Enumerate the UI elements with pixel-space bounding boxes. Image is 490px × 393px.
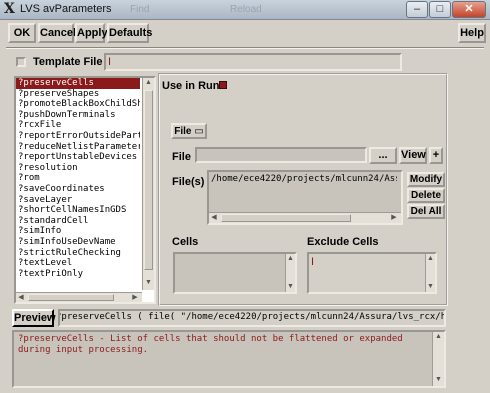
scroll-down-icon[interactable]: ▼ [286,282,295,292]
modify-button[interactable]: Modify [407,172,445,187]
files-label: File(s) [172,176,205,188]
parameter-list-item[interactable]: ?reduceNetlistParameters [16,142,140,153]
scroll-thumb[interactable] [144,90,153,270]
parameter-list-item[interactable]: ?standardCell [16,216,140,227]
scroll-left-icon[interactable]: ◀ [209,213,219,223]
preview-button[interactable]: Preview [12,309,56,327]
dropdown-bar-icon: ▭ [194,126,204,137]
scroll-thumb[interactable] [221,214,351,222]
parameter-list-hscroll[interactable]: ◀ ▶ [16,292,142,302]
parameter-list-item[interactable]: ?saveLayer [16,195,140,206]
cancel-button[interactable]: Cancel [38,23,76,43]
parameter-list-vscroll[interactable]: ▲ ▼ [142,78,154,290]
file-input[interactable] [195,147,367,163]
exclude-cells-vscroll[interactable]: ▲ ▼ [425,254,435,292]
cells-list[interactable]: ▲ ▼ [173,252,297,294]
ok-button[interactable]: OK [8,23,36,43]
parameter-list-item[interactable]: ?promoteBlackBoxChildShap [16,99,140,110]
parameter-list-item[interactable]: ?textLevel [16,258,140,269]
text-cursor: I [108,56,112,68]
use-in-run-label: Use in Run [162,80,220,92]
scroll-up-icon[interactable]: ▲ [433,332,444,342]
title-bar: X LVS avParameters Find Reload – □ ✕ [0,0,490,20]
parameter-list-item[interactable]: ?rcxFile [16,120,140,131]
parameter-list-item[interactable]: ?textPriOnly [16,269,140,280]
files-list-hscroll[interactable]: ◀ ▶ [209,212,401,223]
scroll-down-icon[interactable]: ▼ [143,278,154,288]
defaults-button[interactable]: Defaults [107,23,152,43]
parameter-list-item[interactable]: ?shortCellNamesInGDS [16,205,140,216]
background-window-title: Reload [230,4,262,15]
scroll-left-icon[interactable]: ◀ [16,293,26,303]
parameter-list-item[interactable]: ?reportErrorOutsidePartCe [16,131,140,142]
preview-output: ?preserveCells ( file( "/home/ece4220/pr… [58,309,446,327]
parameter-list-item[interactable]: ?simInfoUseDevName [16,237,140,248]
view-button[interactable]: View [399,147,427,164]
file-type-value: File [174,126,192,137]
template-file-checkbox[interactable] [16,57,26,67]
scroll-up-icon[interactable]: ▲ [143,78,154,88]
description-area: ?preserveCells - List of cells that shou… [12,330,446,388]
scroll-thumb[interactable] [28,294,114,301]
parameter-list-body: ?preserveCells ?preserveShapes ?promoteBla… [16,78,140,282]
scroll-down-icon[interactable]: ▼ [433,375,444,385]
use-in-run-checkbox[interactable] [219,81,227,89]
cells-list-vscroll[interactable]: ▲ ▼ [285,254,295,292]
add-file-button[interactable]: + [429,147,443,164]
files-list[interactable]: /home/ece4220/projects/mlcunn24/Assura ◀… [207,170,403,225]
minimize-icon[interactable]: – [406,1,428,18]
delete-button[interactable]: Delete [407,188,445,203]
file-type-dropdown[interactable]: File ▭ [171,123,207,139]
description-vscroll[interactable]: ▲ ▼ [432,332,444,386]
parameter-list-item[interactable]: ?rom [16,173,140,184]
scroll-right-icon[interactable]: ▶ [130,293,140,303]
scroll-down-icon[interactable]: ▼ [426,282,435,292]
parameter-list-item[interactable]: ?strictRuleChecking [16,248,140,259]
files-list-item[interactable]: /home/ece4220/projects/mlcunn24/Assura [211,174,397,184]
parameter-list-item[interactable]: ?simInfo [16,226,140,237]
file-label: File [172,151,191,163]
text-cursor: I [311,256,315,268]
description-text: ?preserveCells - List of cells that shou… [18,334,403,355]
exclude-cells-label: Exclude Cells [307,236,379,248]
parameter-list-item[interactable]: ?reportUnstableDevices [16,152,140,163]
template-file-input[interactable]: I [104,53,402,71]
parameter-list-item[interactable]: ?pushDownTerminals [16,110,140,121]
parameter-list-item[interactable]: ?preserveCells [16,78,140,89]
maximize-icon[interactable]: □ [429,1,451,18]
parameter-list[interactable]: ?preserveCells ?preserveShapes ?promoteBla… [14,76,156,304]
parameter-list-item[interactable]: ?saveCoordinates [16,184,140,195]
background-window-title: Find [130,4,150,15]
scroll-up-icon[interactable]: ▲ [426,254,435,264]
browse-button[interactable]: ... [369,147,397,164]
help-button[interactable]: Help [458,23,486,43]
parameter-list-item[interactable]: ?preserveShapes [16,89,140,100]
close-icon[interactable]: ✕ [452,1,486,18]
window-title: LVS avParameters [20,3,112,15]
delete-all-button[interactable]: Del All [407,204,445,219]
template-file-label: Template File [33,56,103,68]
apply-button[interactable]: Apply [75,23,108,43]
x-window-icon: X [4,1,15,17]
toolbar-separator [6,47,484,49]
exclude-cells-list[interactable]: I ▲ ▼ [307,252,437,294]
scroll-right-icon[interactable]: ▶ [389,213,399,223]
preview-text: ?preserveCells ( file( "/home/ece4220/pr… [58,312,446,322]
parameter-list-item[interactable]: ?resolution [16,163,140,174]
cells-label: Cells [172,236,199,248]
scroll-up-icon[interactable]: ▲ [286,254,295,264]
